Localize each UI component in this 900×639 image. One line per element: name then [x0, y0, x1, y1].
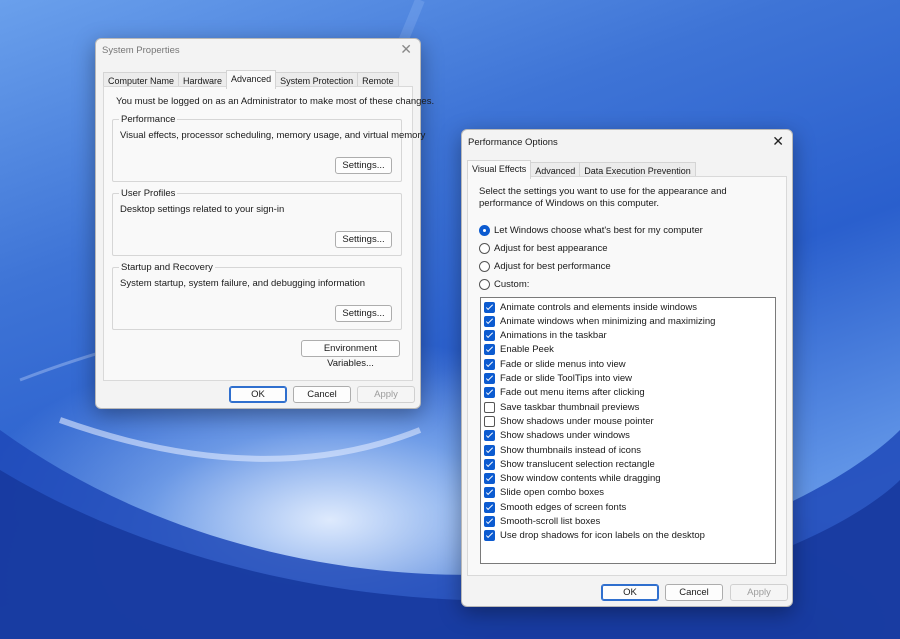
visual-effect-item[interactable]: Show translucent selection rectangle [484, 457, 655, 471]
visual-effect-label: Fade out menu items after clicking [500, 387, 645, 399]
checkbox-checked-icon[interactable] [484, 344, 495, 356]
radio-custom[interactable]: Custom: [479, 279, 529, 290]
visual-effect-label: Enable Peek [500, 344, 554, 356]
startup-recovery-settings-button[interactable]: Settings... [335, 305, 392, 322]
admin-notice: You must be logged on as an Administrato… [116, 96, 435, 107]
checkbox-checked-icon[interactable] [484, 444, 495, 456]
checkbox-checked-icon[interactable] [484, 487, 495, 499]
ok-button[interactable]: OK [229, 386, 287, 403]
system-properties-titlebar[interactable]: System Properties ✕ [96, 39, 420, 61]
visual-effect-label: Animations in the taskbar [500, 330, 607, 342]
checkbox-checked-icon[interactable] [484, 373, 495, 384]
visual-effect-item[interactable]: Animations in the taskbar [484, 329, 607, 343]
cancel-button[interactable]: Cancel [665, 584, 723, 601]
visual-effect-item[interactable]: Show window contents while dragging [484, 472, 661, 486]
system-properties-title: System Properties [102, 45, 180, 56]
checkbox-checked-icon[interactable] [484, 501, 495, 513]
radio-let-windows-choose[interactable]: Let Windows choose what's best for my co… [479, 225, 703, 236]
visual-effect-item[interactable]: Show thumbnails instead of icons [484, 443, 641, 457]
visual-effect-item[interactable]: Animate windows when minimizing and maxi… [484, 314, 715, 328]
group-description: Visual effects, processor scheduling, me… [120, 130, 426, 141]
group-title: Startup and Recovery [119, 262, 215, 273]
performance-options-dialog: Performance Options ✕ Visual Effects Adv… [461, 129, 793, 607]
visual-effect-label: Show shadows under mouse pointer [500, 415, 654, 427]
checkbox-checked-icon[interactable] [484, 473, 495, 485]
visual-effects-list[interactable]: Animate controls and elements inside win… [480, 297, 776, 564]
visual-effect-item[interactable]: Fade or slide menus into view [484, 357, 626, 371]
radio-label: Custom: [494, 279, 530, 290]
visual-effect-label: Fade or slide ToolTips into view [500, 373, 633, 384]
group-description: System startup, system failure, and debu… [120, 278, 366, 289]
close-icon[interactable]: ✕ [400, 41, 412, 57]
checkbox-checked-icon[interactable] [484, 358, 495, 370]
radio-best-performance[interactable]: Adjust for best performance [479, 261, 611, 272]
visual-effect-item[interactable]: Show shadows under windows [484, 429, 630, 443]
visual-effect-item[interactable]: Use drop shadows for icon labels on the … [484, 529, 705, 543]
checkbox-checked-icon[interactable] [484, 387, 495, 399]
performance-options-title: Performance Options [468, 137, 558, 148]
visual-effect-label: Animate controls and elements inside win… [500, 301, 697, 313]
visual-effect-item[interactable]: Fade out menu items after clicking [484, 386, 645, 400]
performance-options-titlebar[interactable]: Performance Options ✕ [462, 130, 792, 152]
group-title: User Profiles [119, 188, 178, 199]
visual-effect-item[interactable]: Slide open combo boxes [484, 486, 604, 500]
system-properties-dialog: System Properties ✕ Computer Name Hardwa… [95, 38, 434, 409]
startup-recovery-group: Startup and Recovery System startup, sys… [112, 262, 402, 330]
tab-visual-effects[interactable]: Visual Effects [467, 160, 532, 179]
user-profiles-group: User Profiles Desktop settings related t… [112, 188, 402, 256]
visual-effect-label: Smooth edges of screen fonts [500, 501, 627, 513]
visual-effect-label: Save taskbar thumbnail previews [500, 401, 640, 413]
cancel-button[interactable]: Cancel [293, 386, 351, 403]
radio-label: Adjust for best performance [494, 261, 611, 272]
checkbox-unchecked-icon[interactable] [484, 401, 495, 413]
checkbox-unchecked-icon[interactable] [484, 415, 495, 427]
visual-effect-item[interactable]: Smooth edges of screen fonts [484, 500, 626, 514]
visual-effect-label: Smooth-scroll list boxes [500, 516, 601, 527]
checkbox-checked-icon[interactable] [484, 516, 495, 527]
close-icon[interactable]: ✕ [772, 133, 784, 149]
visual-effect-label: Show thumbnails instead of icons [500, 444, 641, 456]
tab-advanced[interactable]: Advanced [226, 70, 277, 89]
environment-variables-button[interactable]: Environment Variables... [301, 340, 400, 369]
checkbox-checked-icon[interactable] [484, 430, 495, 442]
visual-effects-panel: Select the settings you want to use for … [467, 176, 787, 576]
visual-effect-item[interactable]: Enable Peek [484, 343, 554, 357]
group-title: Performance [119, 114, 178, 125]
checkbox-checked-icon[interactable] [484, 301, 495, 313]
visual-effect-label: Animate windows when minimizing and maxi… [500, 315, 716, 327]
visual-effect-item[interactable]: Fade or slide ToolTips into view [484, 372, 632, 386]
visual-effect-label: Show shadows under windows [500, 430, 630, 442]
apply-button[interactable]: Apply [730, 584, 788, 601]
visual-effect-label: Slide open combo boxes [500, 487, 605, 499]
checkbox-checked-icon[interactable] [484, 530, 495, 542]
radio-unselected-icon [479, 261, 490, 272]
visual-effect-item[interactable]: Save taskbar thumbnail previews [484, 400, 639, 414]
radio-best-appearance[interactable]: Adjust for best appearance [479, 243, 608, 254]
ok-button[interactable]: OK [601, 584, 659, 601]
performance-settings-button[interactable]: Settings... [335, 157, 392, 174]
visual-effect-label: Show window contents while dragging [500, 473, 661, 485]
radio-label: Adjust for best appearance [494, 243, 608, 254]
radio-unselected-icon [479, 279, 490, 290]
radio-unselected-icon [479, 243, 490, 254]
visual-effect-item[interactable]: Animate controls and elements inside win… [484, 300, 697, 314]
advanced-tab-panel: You must be logged on as an Administrato… [103, 86, 434, 381]
radio-label: Let Windows choose what's best for my co… [494, 225, 703, 236]
intro-text-line1: Select the settings you want to use for … [479, 186, 727, 197]
visual-effect-label: Fade or slide menus into view [500, 358, 626, 370]
user-profiles-settings-button[interactable]: Settings... [335, 231, 392, 248]
visual-effect-label: Use drop shadows for icon labels on the … [500, 530, 705, 542]
performance-group: Performance Visual effects, processor sc… [112, 114, 425, 182]
group-description: Desktop settings related to your sign-in [120, 204, 285, 215]
visual-effect-item[interactable]: Smooth-scroll list boxes [484, 515, 600, 529]
visual-effect-label: Show translucent selection rectangle [500, 458, 655, 470]
radio-selected-icon [479, 225, 490, 236]
visual-effect-item[interactable]: Show shadows under mouse pointer [484, 414, 654, 428]
checkbox-checked-icon[interactable] [484, 330, 495, 342]
checkbox-checked-icon[interactable] [484, 458, 495, 470]
checkbox-checked-icon[interactable] [484, 315, 495, 327]
intro-text-line2: performance of Windows on this computer. [479, 198, 660, 209]
apply-button[interactable]: Apply [357, 386, 415, 403]
